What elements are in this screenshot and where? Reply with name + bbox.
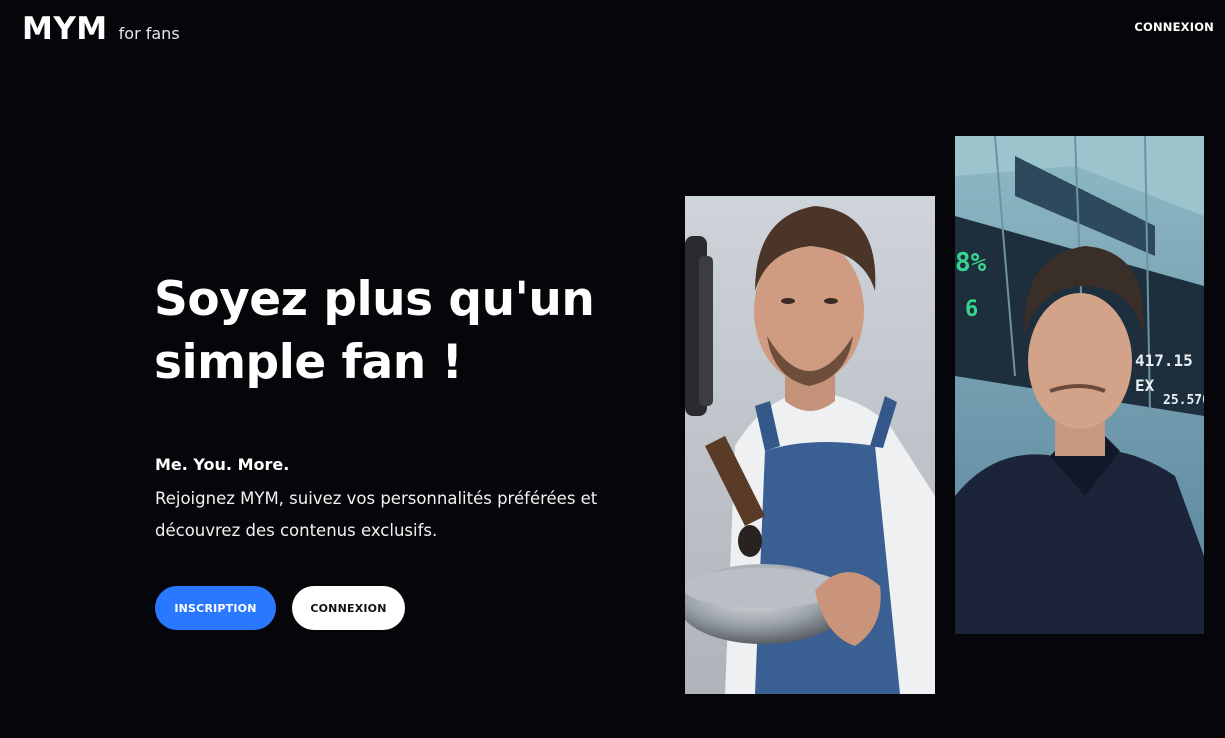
hero-tagline: Me. You. More. [155, 455, 290, 474]
hero-description: Rejoignez MYM, suivez vos personnalités … [155, 489, 598, 540]
chef-photo [685, 196, 935, 694]
logo-subtitle: for fans [118, 24, 180, 43]
header-login-link[interactable]: CONNEXION [1134, 20, 1214, 34]
login-button[interactable]: CONNEXION [292, 586, 405, 630]
mym-logo[interactable]: MYM for fans [22, 10, 180, 48]
city-photo: 8% 6 417.15 EX 25.570 [955, 136, 1204, 634]
ticker-text-1: 8% [955, 248, 987, 278]
ticker-text-5: 25.570 [1163, 393, 1204, 408]
hero-title: Soyez plus qu'un simple fan ! [154, 272, 595, 390]
ticker-text-2: 6 [965, 297, 978, 322]
logo-wordmark: MYM [22, 11, 108, 47]
signup-button[interactable]: INSCRIPTION [155, 586, 276, 630]
ticker-text-4: EX [1135, 376, 1155, 395]
ticker-text-3: 417.15 [1135, 351, 1193, 370]
